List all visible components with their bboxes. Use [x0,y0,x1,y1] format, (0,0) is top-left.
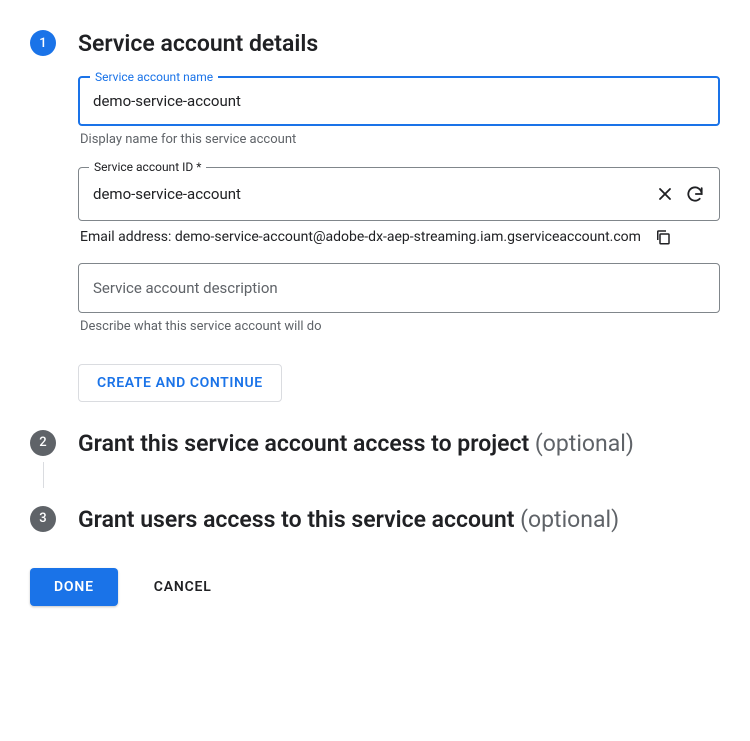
step-3-title: Grant users access to this service accou… [78,506,720,534]
service-account-name-helper: Display name for this service account [80,132,718,147]
step-1-title: Service account details [78,30,720,58]
service-account-name-label: Service account name [90,70,218,84]
refresh-icon[interactable] [683,182,707,206]
step-badge-1: 1 [30,30,56,56]
email-address-line: Email address: demo-service-account@adob… [80,229,672,245]
copy-icon[interactable] [654,228,672,246]
step-badge-3: 3 [30,506,56,532]
step-2: 2 Grant this service account access to p… [30,430,720,494]
service-account-description-helper: Describe what this service account will … [80,319,718,334]
email-value: demo-service-account@adobe-dx-aep-stream… [175,229,641,245]
create-and-continue-button[interactable]: CREATE AND CONTINUE [78,364,282,402]
done-button[interactable]: DONE [30,568,118,606]
step-connector [43,462,44,488]
step-3: 3 Grant users access to this service acc… [30,506,720,542]
service-account-description-field[interactable] [78,263,720,313]
service-account-id-input[interactable] [91,184,647,204]
step-3-title-main: Grant users access to this service accou… [78,506,520,533]
step-badge-2: 2 [30,430,56,456]
service-account-name-input[interactable] [91,91,707,111]
step-1-body: Service account details Service account … [56,30,720,418]
step-rail: 2 [30,430,56,494]
cancel-button[interactable]: CANCEL [148,578,218,596]
step-1: 1 Service account details Service accoun… [30,30,720,418]
step-3-optional: (optional) [520,506,619,533]
service-account-id-label: Service account ID * [89,160,206,174]
email-prefix: Email address: [80,229,175,245]
service-account-description-input[interactable] [91,278,707,298]
step-rail: 3 [30,506,56,532]
clear-icon[interactable] [653,182,677,206]
step-2-title-main: Grant this service account access to pro… [78,430,535,457]
bottom-actions: DONE CANCEL [30,568,720,606]
service-account-name-field[interactable]: Service account name [78,76,720,126]
step-rail: 1 [30,30,56,68]
step-2-optional: (optional) [535,430,634,457]
service-account-id-field[interactable]: Service account ID * [78,167,720,221]
step-2-title: Grant this service account access to pro… [78,430,720,458]
stepper: 1 Service account details Service accoun… [30,30,720,542]
